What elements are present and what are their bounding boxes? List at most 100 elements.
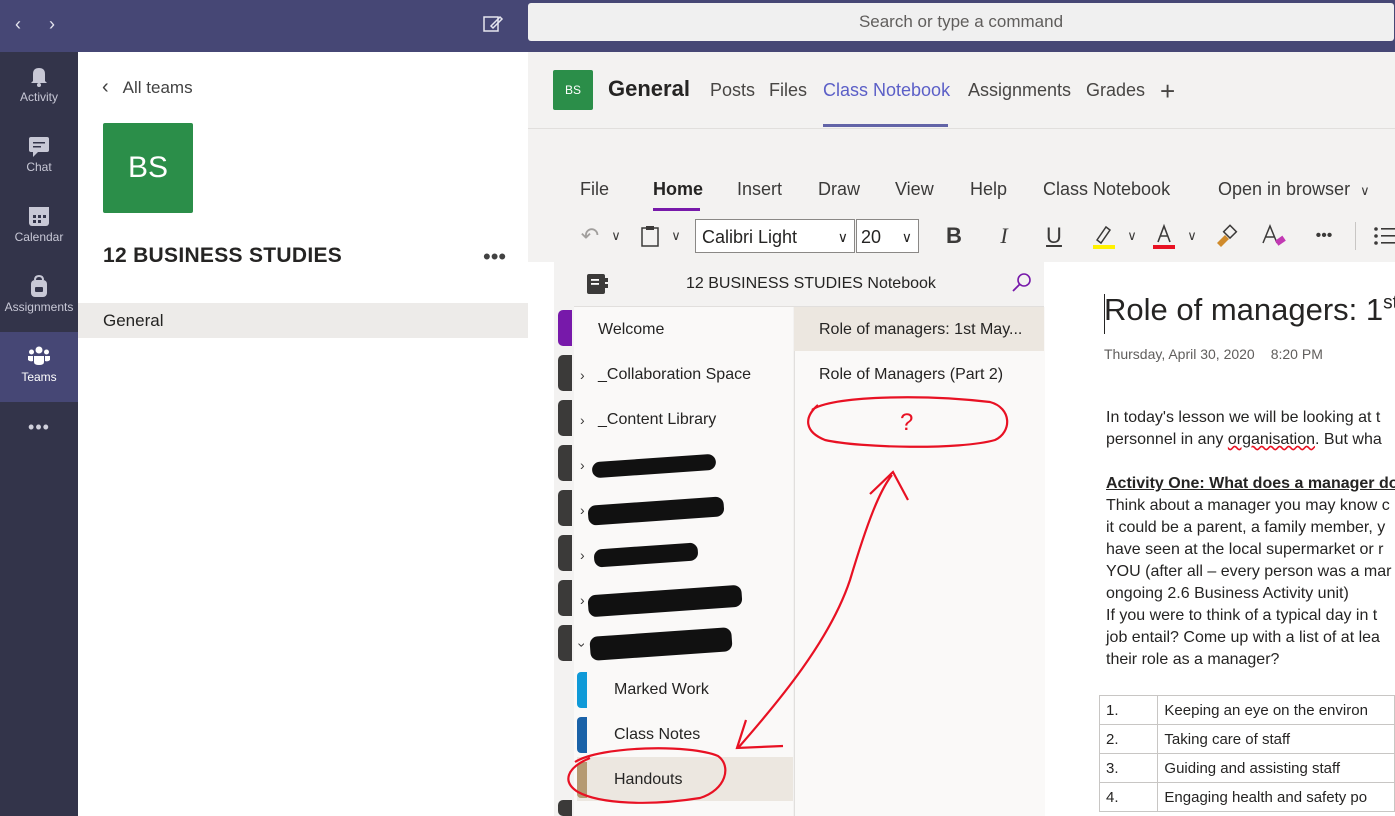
table-cell: Guiding and assisting staff: [1157, 753, 1395, 783]
rail-item-assignments[interactable]: Assignments: [0, 262, 78, 332]
table-cell: Taking care of staff: [1157, 724, 1395, 754]
section-content-library[interactable]: _Content Library: [598, 411, 716, 429]
rail-item-activity[interactable]: Activity: [0, 52, 78, 122]
rail-item-calendar[interactable]: Calendar: [0, 192, 78, 262]
ribbon-active-indicator: [653, 208, 700, 211]
spellcheck-word[interactable]: organisation: [1228, 431, 1315, 448]
forward-arrow-icon[interactable]: ›: [40, 12, 64, 36]
team-more-options-button[interactable]: •••: [483, 244, 506, 270]
subsection-color-tab: [577, 672, 587, 708]
paste-dropdown-icon[interactable]: ∨: [660, 220, 692, 252]
chevron-down-icon: ∨: [837, 229, 848, 245]
clear-formatting-icon[interactable]: [1258, 220, 1290, 252]
active-tab-indicator: [823, 124, 948, 127]
all-teams-link[interactable]: ‹ All teams: [102, 76, 193, 99]
ribbon-tab-insert[interactable]: Insert: [737, 179, 782, 200]
ribbon-tab-draw[interactable]: Draw: [818, 179, 860, 200]
section-color-tab: [558, 800, 572, 816]
format-painter-icon[interactable]: [1210, 220, 1242, 252]
section-color-tab: [558, 355, 572, 391]
body-line: job entail? Come up with a list of at le…: [1106, 629, 1380, 646]
chevron-right-icon[interactable]: ›: [580, 367, 585, 383]
font-size-select[interactable]: 20 ∨: [856, 219, 919, 253]
table-row: 1. Keeping an eye on the environ: [1098, 695, 1395, 725]
table-cell: 4.: [1098, 782, 1159, 812]
open-in-browser-label: Open in browser: [1218, 179, 1351, 199]
table-cell: Keeping an eye on the environ: [1157, 695, 1395, 725]
chevron-down-icon[interactable]: ›: [574, 643, 590, 648]
bold-button[interactable]: B: [938, 220, 970, 252]
chevron-right-icon[interactable]: ›: [580, 547, 585, 563]
tab-assignments[interactable]: Assignments: [968, 80, 1071, 101]
channel-label: General: [103, 311, 164, 330]
body-line: If you were to think of a typical day in…: [1106, 607, 1378, 624]
ribbon-tab-home[interactable]: Home: [653, 179, 703, 200]
section-color-tab: [558, 580, 572, 616]
table-cell: Engaging health and safety po: [1157, 782, 1395, 812]
chevron-right-icon[interactable]: ›: [580, 502, 585, 518]
page-item[interactable]: Role of managers: 1st May...: [819, 321, 1022, 339]
tab-files[interactable]: Files: [769, 80, 807, 101]
tab-grades[interactable]: Grades: [1086, 80, 1145, 101]
subsection-color-tab: [577, 762, 587, 798]
table-row: 4. Engaging health and safety po: [1098, 782, 1395, 812]
rail-item-chat[interactable]: Chat: [0, 122, 78, 192]
open-in-browser-button[interactable]: Open in browser ∨: [1218, 179, 1370, 200]
body-line: their role as a manager?: [1106, 651, 1280, 668]
page-title[interactable]: Role of managers: 1st: [1104, 292, 1395, 328]
tab-posts[interactable]: Posts: [710, 80, 755, 101]
back-arrow-icon[interactable]: ‹: [6, 12, 30, 36]
section-color-tab: [558, 625, 572, 661]
more-apps-button[interactable]: •••: [0, 417, 78, 457]
italic-button[interactable]: I: [988, 220, 1020, 252]
activity-heading: Activity One: What does a manager do: [1106, 475, 1395, 492]
body-line: have seen at the local supermarket or r: [1106, 541, 1384, 558]
section-class-notes[interactable]: Class Notes: [614, 726, 700, 744]
search-icon[interactable]: [1010, 271, 1034, 300]
chevron-right-icon[interactable]: ›: [580, 592, 585, 608]
chevron-right-icon[interactable]: ›: [580, 412, 585, 428]
section-color-tab: [558, 310, 572, 346]
notes-table[interactable]: 1. Keeping an eye on the environ 2. Taking…: [1098, 695, 1395, 812]
font-size-value: 20: [861, 227, 882, 247]
rail-label: Activity: [19, 90, 58, 104]
bullets-icon[interactable]: [1366, 220, 1395, 252]
calendar-icon: [29, 207, 49, 226]
add-tab-button[interactable]: +: [1160, 76, 1175, 107]
highlight-dropdown-icon[interactable]: ∨: [1116, 220, 1148, 252]
page-title-suffix: st: [1383, 292, 1395, 314]
font-name-select[interactable]: Calibri Light ∨: [695, 219, 855, 253]
rail-label: Assignments: [4, 300, 74, 314]
section-welcome[interactable]: Welcome: [598, 321, 664, 339]
notebook-title: 12 BUSINESS STUDIES Notebook: [686, 275, 936, 292]
undo-dropdown-icon[interactable]: ∨: [600, 220, 632, 252]
section-selected-bg: [577, 757, 793, 801]
section-marked-work[interactable]: Marked Work: [614, 681, 709, 699]
tab-class-notebook[interactable]: Class Notebook: [823, 80, 950, 101]
ribbon-tab-file[interactable]: File: [580, 179, 609, 200]
font-color-dropdown-icon[interactable]: ∨: [1176, 220, 1208, 252]
ribbon-divider: [1355, 222, 1356, 250]
ribbon-tab-class-notebook[interactable]: Class Notebook: [1043, 179, 1170, 200]
ribbon-tab-help[interactable]: Help: [970, 179, 1007, 200]
compose-icon[interactable]: [481, 12, 505, 36]
notebook-icon[interactable]: [585, 272, 609, 301]
ribbon-tab-view[interactable]: View: [895, 179, 934, 200]
chevron-right-icon[interactable]: ›: [580, 457, 585, 473]
team-name: 12 BUSINESS STUDIES: [103, 244, 343, 267]
body-line: Think about a manager you may know c: [1106, 497, 1390, 514]
underline-button[interactable]: U: [1038, 220, 1070, 252]
rail-label: Teams: [21, 370, 57, 384]
section-collaboration-space[interactable]: _Collaboration Space: [598, 366, 751, 384]
page-item[interactable]: Role of Managers (Part 2): [819, 366, 1003, 384]
page-time-value: 8:20 PM: [1270, 346, 1323, 362]
section-handouts[interactable]: Handouts: [614, 771, 683, 789]
more-options-button[interactable]: •••: [1308, 220, 1340, 252]
body-line: personnel in any organisation. But wha: [1106, 431, 1382, 448]
table-cell: 1.: [1098, 695, 1159, 725]
font-name-value: Calibri Light: [702, 227, 798, 247]
rail-item-teams[interactable]: Teams: [0, 332, 78, 402]
channel-avatar: BS: [553, 70, 593, 110]
search-input[interactable]: Search or type a command: [528, 3, 1394, 41]
chevron-down-icon: ∨: [1360, 183, 1370, 198]
